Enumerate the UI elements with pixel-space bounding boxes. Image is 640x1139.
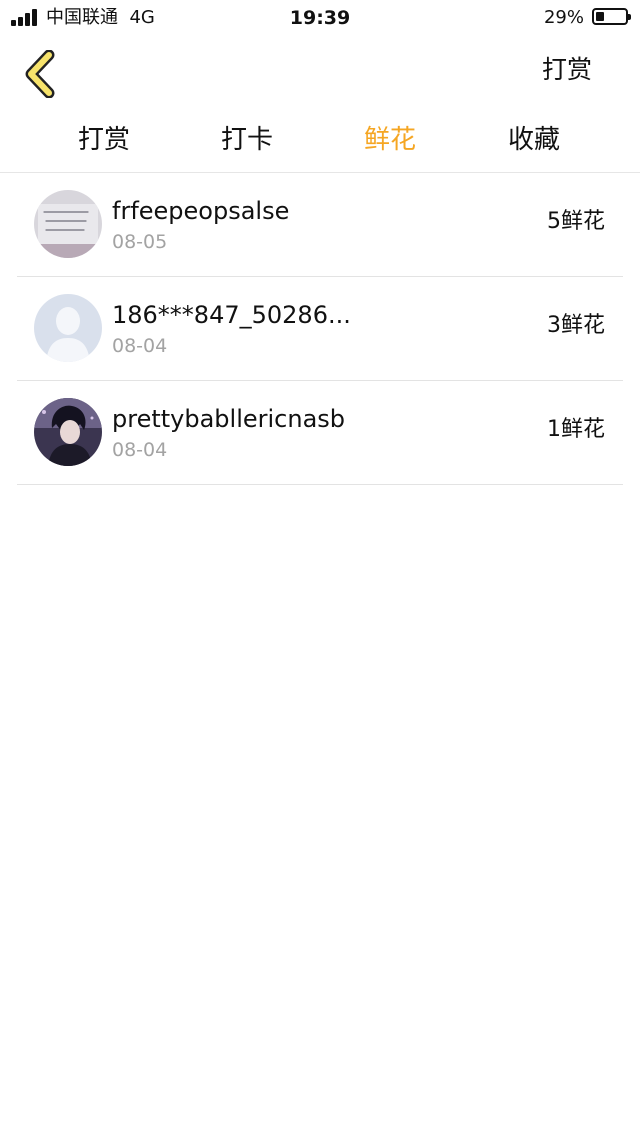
chevron-left-icon — [25, 49, 55, 99]
avatar — [34, 190, 102, 258]
list-item[interactable]: frfeepeopsalse 08-05 5鲜花 — [17, 173, 623, 277]
record-date: 08-05 — [112, 231, 168, 253]
handwriting-note-avatar — [34, 190, 102, 258]
anime-character-avatar — [34, 398, 102, 466]
default-person-avatar — [34, 294, 102, 362]
status-bar: 中国联通 4G 19:39 29% — [0, 0, 640, 36]
user-name: frfeepeopsalse — [112, 197, 290, 225]
tab-flowers[interactable]: 鲜花 — [340, 122, 440, 158]
flower-count: 1鲜花 — [547, 417, 605, 442]
user-name: prettybabllericnasb — [112, 405, 346, 433]
tab-checkin[interactable]: 打卡 — [197, 122, 297, 158]
list-item[interactable]: 186***847_50286... 08-04 3鲜花 — [17, 277, 623, 381]
record-date: 08-04 — [112, 439, 168, 461]
gift-records-page: 中国联通 4G 19:39 29% 打赏 打赏 打卡 鲜花 收藏 frfeepe… — [0, 0, 640, 1139]
tab-favorites[interactable]: 收藏 — [484, 122, 584, 158]
user-name: 186***847_50286... — [112, 301, 351, 329]
tab-bar: 打赏 打卡 鲜花 收藏 — [0, 118, 640, 173]
list-item[interactable]: prettybabllericnasb 08-04 1鲜花 — [17, 381, 623, 485]
record-date: 08-04 — [112, 335, 168, 357]
flower-count: 5鲜花 — [547, 209, 605, 234]
battery-percent: 29% — [543, 7, 584, 28]
flower-record-list: frfeepeopsalse 08-05 5鲜花 186***847_50286… — [17, 173, 623, 485]
avatar — [34, 398, 102, 466]
tab-reward[interactable]: 打赏 — [54, 122, 154, 158]
nav-bar: 打赏 — [0, 36, 640, 106]
flower-count: 3鲜花 — [547, 313, 605, 338]
avatar — [34, 294, 102, 362]
battery-level — [596, 12, 604, 21]
reward-button[interactable]: 打赏 — [542, 54, 592, 86]
battery-icon — [592, 8, 631, 25]
back-button[interactable] — [22, 49, 60, 99]
